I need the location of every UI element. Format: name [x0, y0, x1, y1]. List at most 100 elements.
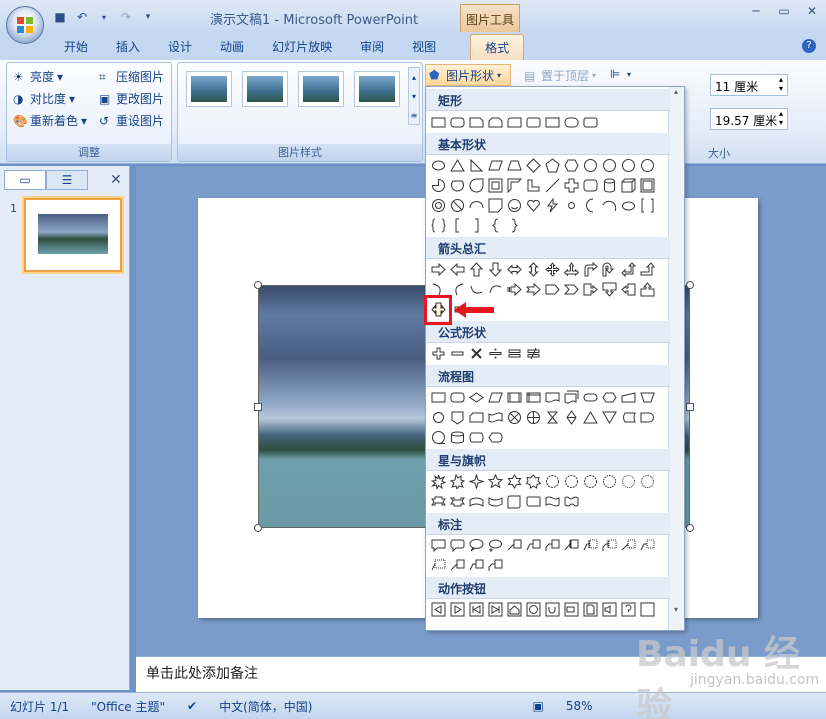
shape-rounded-rect-callout[interactable] [449, 537, 466, 554]
shape-cross[interactable] [563, 177, 580, 194]
customize-qat-icon[interactable]: ▾ [140, 9, 156, 25]
tab-view[interactable]: 视图 [398, 34, 450, 60]
shape-sun[interactable] [563, 197, 580, 214]
shape-flow-manual-input[interactable] [620, 389, 637, 406]
shape-accent-callout-1[interactable] [563, 537, 580, 554]
shape-flow-connector[interactable] [430, 409, 447, 426]
shape-heart[interactable] [525, 197, 542, 214]
shape-rectangle[interactable] [544, 114, 561, 131]
shape-accent-callout-3[interactable] [601, 537, 618, 554]
shape-left-arrow[interactable] [449, 261, 466, 278]
action-document-icon[interactable] [582, 601, 599, 618]
save-icon[interactable]: ■ [52, 9, 68, 25]
shape-frame[interactable] [487, 177, 504, 194]
height-spinner-icon[interactable]: ▴ ▾ [779, 75, 783, 93]
shape-accent-border-callout-3[interactable] [487, 557, 504, 574]
compress-pictures-button[interactable]: ⌗ 压缩图片 [99, 68, 164, 85]
shape-left-right-arrow[interactable] [506, 261, 523, 278]
shape-star-10[interactable] [563, 473, 580, 490]
shape-cloud-callout[interactable] [487, 537, 504, 554]
shape-round-rectangle[interactable] [525, 114, 542, 131]
shape-flow-manual-operation[interactable] [639, 389, 656, 406]
shape-trapezoid[interactable] [506, 157, 523, 174]
shape-teardrop[interactable] [468, 177, 485, 194]
shape-down-ribbon[interactable] [449, 493, 466, 510]
shape-parallelogram[interactable] [487, 157, 504, 174]
shape-star-6[interactable] [506, 473, 523, 490]
close-icon[interactable]: ✕ [798, 0, 826, 22]
shape-flow-process[interactable] [430, 389, 447, 406]
shape-snip-rectangle[interactable] [468, 114, 485, 131]
action-custom-icon[interactable] [639, 601, 656, 618]
shape-quad-arrow[interactable] [544, 261, 561, 278]
width-field[interactable]: 19.57 厘米 ▴ ▾ [710, 108, 788, 130]
shape-flow-multidocument[interactable] [563, 389, 580, 406]
shape-flow-summing-junction[interactable] [506, 409, 523, 426]
scroll-up-icon[interactable]: ▴ [674, 87, 678, 96]
tab-format[interactable]: 格式 [470, 34, 525, 60]
shape-star-7[interactable] [525, 473, 542, 490]
shape-hexagon[interactable] [563, 157, 580, 174]
shape-double-bracket[interactable] [639, 197, 656, 214]
spellcheck-icon[interactable]: ✔ [187, 699, 197, 713]
reset-picture-button[interactable]: ↺ 重设图片 [99, 112, 164, 129]
shape-star-32[interactable] [639, 473, 656, 490]
shape-vertical-scroll[interactable] [506, 493, 523, 510]
tab-animations[interactable]: 动画 [206, 34, 258, 60]
shape-left-up-arrow[interactable] [620, 261, 637, 278]
shape-accent-border-callout-2[interactable] [468, 557, 485, 574]
shape-flow-predefined-process[interactable] [506, 389, 523, 406]
undo-dropdown-icon[interactable]: ▾ [96, 9, 112, 25]
bring-to-front-button[interactable]: ▤ 置于顶层 ▾ [524, 67, 596, 84]
shape-triangle[interactable] [449, 157, 466, 174]
shape-star-16[interactable] [601, 473, 618, 490]
picture-shape-button[interactable]: ⬟ 图片形状 ▾ [425, 64, 511, 86]
help-icon[interactable]: ? [802, 39, 816, 53]
shape-bent-up-arrow[interactable] [639, 261, 656, 278]
shape-curved-down-arrow[interactable] [487, 281, 504, 298]
resize-handle[interactable] [686, 403, 694, 411]
action-end-icon[interactable] [487, 601, 504, 618]
restore-icon[interactable]: ▭ [770, 0, 798, 22]
shape-flow-delay[interactable] [639, 409, 656, 426]
shape-line-callout-3[interactable] [544, 537, 561, 554]
shape-flow-data[interactable] [487, 389, 504, 406]
shape-flow-direct-access-storage[interactable] [468, 429, 485, 446]
shape-half-frame[interactable] [506, 177, 523, 194]
picture-style-option[interactable] [354, 71, 400, 107]
shape-block-arc[interactable] [468, 197, 485, 214]
shape-star-12[interactable] [582, 473, 599, 490]
shape-up-arrow[interactable] [468, 261, 485, 278]
shape-flow-sort[interactable] [563, 409, 580, 426]
shape-right-arrow[interactable] [430, 261, 447, 278]
shape-right-triangle[interactable] [468, 157, 485, 174]
shape-line-callout-1[interactable] [506, 537, 523, 554]
shape-right-brace[interactable] [506, 217, 523, 234]
redo-icon[interactable]: ↷ [118, 9, 134, 25]
shape-left-arrow-callout[interactable] [620, 281, 637, 298]
shape-flow-preparation[interactable] [601, 389, 618, 406]
outline-tab[interactable]: ☰ [46, 170, 88, 190]
shape-flow-display[interactable] [487, 429, 504, 446]
minimize-icon[interactable]: ─ [742, 0, 770, 22]
shape-flow-punched-tape[interactable] [487, 409, 504, 426]
shape-curved-up-arrow[interactable] [468, 281, 485, 298]
undo-icon[interactable]: ↶ [74, 9, 90, 25]
picture-style-option[interactable] [242, 71, 288, 107]
dropdown-scrollbar[interactable] [668, 87, 684, 630]
shape-snip-rectangle[interactable] [487, 114, 504, 131]
shape-flow-card[interactable] [468, 409, 485, 426]
shape-cloud[interactable] [620, 197, 637, 214]
shape-flow-merge[interactable] [601, 409, 618, 426]
shape-border-callout-2[interactable] [639, 537, 656, 554]
shape-left-bracket[interactable] [449, 217, 466, 234]
shape-striped-right-arrow[interactable] [506, 281, 523, 298]
shape-divide[interactable] [487, 345, 504, 362]
shape-star-8[interactable] [544, 473, 561, 490]
shape-wave[interactable] [544, 493, 561, 510]
shape-down-arrow[interactable] [487, 261, 504, 278]
gallery-scroll[interactable]: ▴ ▾ ≡ [408, 67, 420, 125]
shape-smiley-face[interactable] [506, 197, 523, 214]
tab-slideshow[interactable]: 幻灯片放映 [258, 34, 346, 60]
shape-diagonal-stripe[interactable] [544, 177, 561, 194]
